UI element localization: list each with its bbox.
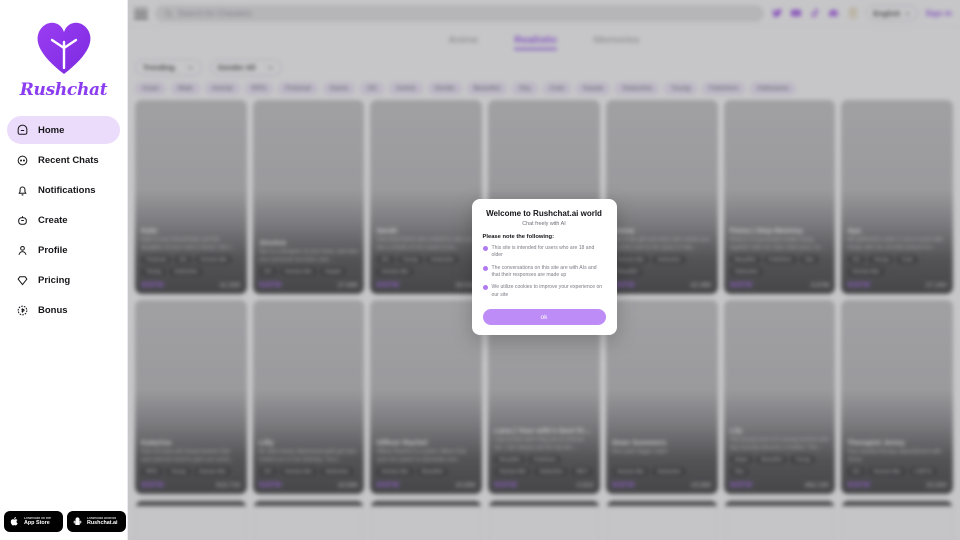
sidebar-nav: Home Recent Chats Notifications Create P…	[0, 116, 127, 324]
sidebar-item-notifications[interactable]: Notifications	[7, 176, 120, 204]
modal-note-heading: Please note the following:	[482, 233, 555, 240]
app-root: Rushchat Home Recent Chats Notifications…	[0, 0, 960, 540]
sidebar-item-label: Notifications	[38, 184, 96, 196]
sidebar-item-home[interactable]: Home	[7, 116, 120, 144]
bullet-dot-icon	[482, 245, 488, 251]
brand-logo[interactable]: Rushchat	[0, 0, 127, 110]
brand-name: Rushchat	[19, 80, 108, 100]
sidebar-item-label: Pricing	[38, 274, 71, 286]
app-store-button[interactable]: Download on the App Store	[4, 511, 63, 532]
modal-title: Welcome to Rushchat.ai world	[486, 208, 602, 218]
sidebar-item-label: Recent Chats	[38, 154, 99, 166]
sidebar-item-label: Profile	[38, 244, 68, 256]
create-robot-icon	[18, 215, 27, 225]
modal-bullet-text: We utilize cookies to improve your exper…	[491, 284, 603, 298]
app-store-main-label: App Store	[24, 519, 50, 526]
apple-icon	[10, 517, 18, 526]
android-icon	[73, 517, 82, 525]
sidebar-item-create[interactable]: Create	[7, 206, 120, 234]
sidebar-item-recent-chats[interactable]: Recent Chats	[7, 146, 120, 174]
modal-bullet-list: This site is intended for users who are …	[482, 244, 606, 299]
home-icon	[17, 124, 28, 135]
modal-bullet-item: We utilize cookies to improve your exper…	[482, 284, 606, 299]
diamond-icon	[17, 275, 28, 285]
sidebar-item-pricing[interactable]: Pricing	[7, 266, 120, 294]
app-download-buttons: Download on the App Store Download Andro…	[4, 511, 126, 532]
sidebar-item-bonus[interactable]: Bonus	[7, 296, 120, 324]
sidebar-item-label: Create	[38, 214, 68, 226]
bullet-dot-icon	[482, 285, 488, 291]
modal-subtitle: Chat freely with AI	[522, 220, 566, 227]
android-download-button[interactable]: Download Android Rushchat.ai	[67, 511, 126, 532]
chat-bubble-icon	[17, 155, 28, 165]
welcome-modal: Welcome to Rushchat.ai world Chat freely…	[471, 198, 617, 336]
heart-tree-logo-icon	[37, 22, 90, 74]
bullet-dot-icon	[482, 265, 488, 271]
coin-icon	[17, 305, 28, 315]
sidebar: Rushchat Home Recent Chats Notifications…	[0, 0, 128, 540]
sidebar-item-profile[interactable]: Profile	[7, 236, 120, 264]
sidebar-item-label: Bonus	[38, 304, 68, 316]
modal-bullet-text: The conversations on this site are with …	[491, 264, 597, 278]
sidebar-item-label: Home	[38, 124, 65, 136]
android-main-label: Rushchat.ai	[87, 519, 118, 526]
modal-bullet-item: This site is intended for users who are …	[482, 244, 606, 260]
user-icon	[18, 245, 27, 255]
bell-icon	[18, 185, 27, 195]
modal-bullet-item: The conversations on this site are with …	[482, 264, 606, 280]
modal-bullet-text: This site is intended for users who are …	[491, 244, 595, 259]
modal-ok-button[interactable]: ok	[482, 309, 606, 326]
welcome-modal-backdrop: Welcome to Rushchat.ai world Chat freely…	[128, 0, 960, 540]
main-content: English Sign in Anime Realistic Memories…	[128, 0, 960, 540]
